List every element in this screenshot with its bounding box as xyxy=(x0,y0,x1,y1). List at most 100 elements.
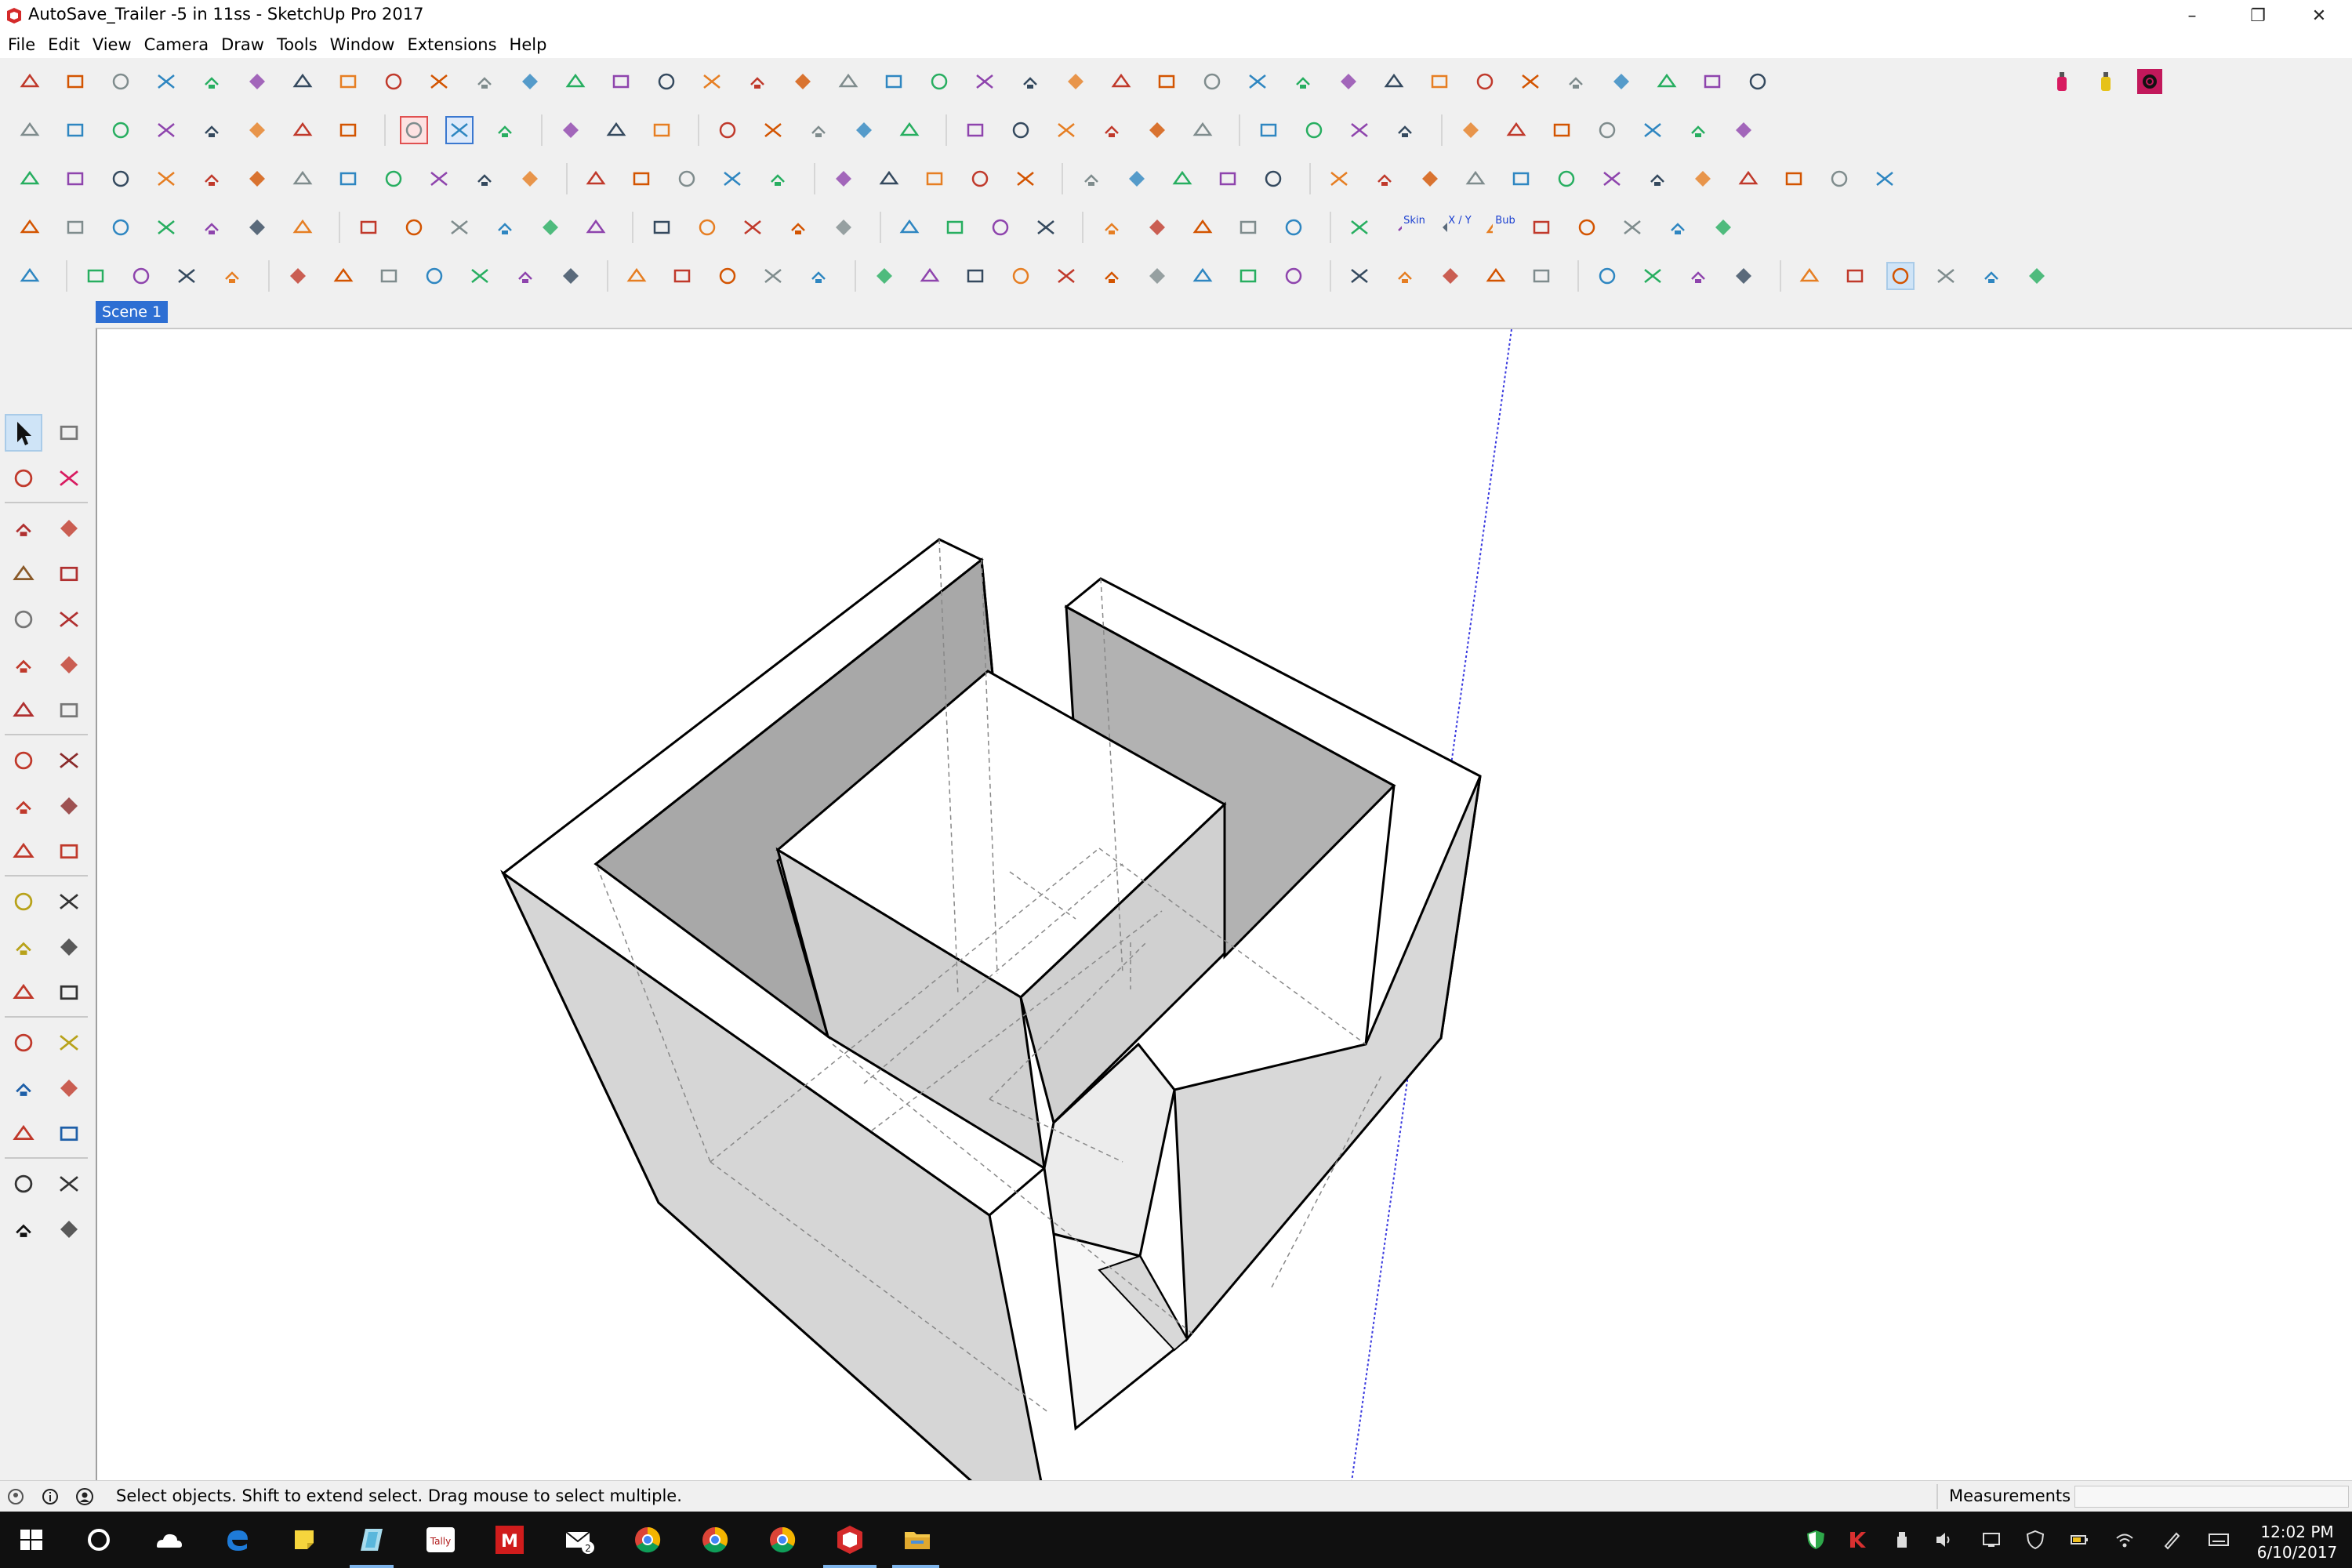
tbrow2-tool-29-icon[interactable] xyxy=(1392,118,1417,143)
tbrow2-tool-35-icon[interactable] xyxy=(1686,118,1711,143)
tbrow5-tool-4-icon[interactable] xyxy=(174,263,199,289)
tbrow4-tool-26-icon[interactable] xyxy=(1236,215,1261,240)
walk-tool-icon[interactable] xyxy=(6,1212,41,1247)
restore-button[interactable]: ❐ xyxy=(2225,0,2291,31)
tbrow4-tool-6-icon[interactable] xyxy=(245,215,270,240)
tbrow5-tool-9-icon[interactable] xyxy=(422,263,447,289)
tbrow1-tool-1-icon[interactable] xyxy=(17,69,42,94)
cortana-icon[interactable] xyxy=(82,1523,116,1557)
tbrow5-tool-3-icon[interactable] xyxy=(129,263,154,289)
file-explorer-icon[interactable] xyxy=(900,1523,935,1557)
protractor-tool-icon[interactable] xyxy=(6,930,41,964)
tbrow3-tool-40-icon[interactable] xyxy=(1872,166,1897,191)
text-button-2[interactable]: X / Y xyxy=(1447,215,1472,240)
paint-bucket-tool-icon[interactable] xyxy=(6,461,41,495)
tbrow1-tool-2-icon[interactable] xyxy=(63,69,88,94)
usb-tray-icon[interactable] xyxy=(1891,1529,1913,1551)
network-tray-icon[interactable] xyxy=(1980,1529,2002,1551)
tbrow1-tool-17-icon[interactable] xyxy=(745,69,770,94)
tbrow3-tool-25-icon[interactable] xyxy=(1170,166,1195,191)
measurements-input[interactable] xyxy=(2074,1486,2349,1508)
rotated-rectangle-tool-icon[interactable] xyxy=(52,557,86,591)
pen-tray-icon[interactable] xyxy=(2161,1529,2183,1551)
tbrow2-tool-4-icon[interactable] xyxy=(154,118,179,143)
onedrive-icon[interactable] xyxy=(151,1523,185,1557)
glass-app-icon[interactable] xyxy=(354,1523,389,1557)
rectangle-tool-icon[interactable] xyxy=(6,557,41,591)
tbrow3-tool-16-icon[interactable] xyxy=(720,166,745,191)
tbrow4-tool-20-icon[interactable] xyxy=(942,215,967,240)
pie-tool-icon[interactable] xyxy=(52,693,86,728)
minimize-button[interactable]: – xyxy=(2159,0,2225,31)
scene-tab[interactable]: Scene 1 xyxy=(96,301,169,323)
geo-location-icon[interactable] xyxy=(6,1487,25,1506)
clock-date[interactable]: 6/10/2017 xyxy=(2253,1543,2341,1562)
tbrow1-tool-22-icon[interactable] xyxy=(972,69,997,94)
tbrow1-tool-34-icon[interactable] xyxy=(1518,69,1543,94)
tbrow1-tool-16-icon[interactable] xyxy=(699,69,724,94)
look-around-tool-icon[interactable] xyxy=(52,1167,86,1201)
tbrow5-tool-13-icon[interactable] xyxy=(624,263,649,289)
tbrow2-tool-5-icon[interactable] xyxy=(199,118,224,143)
tbrow4-tool-21-icon[interactable] xyxy=(988,215,1013,240)
tbrow1-tool-28-icon[interactable] xyxy=(1245,69,1270,94)
tbrow4-tool-2-icon[interactable] xyxy=(63,215,88,240)
menu-file[interactable]: File xyxy=(8,35,35,54)
tbrow3-tool-36-icon[interactable] xyxy=(1690,166,1715,191)
tbrow1-tool-6-icon[interactable] xyxy=(245,69,270,94)
tbrow5-tool-2-icon[interactable] xyxy=(83,263,108,289)
tbrow5-tool-35-icon[interactable] xyxy=(1686,263,1711,289)
chrome-icon-3[interactable] xyxy=(765,1523,800,1557)
tbrow5-tool-34-icon[interactable] xyxy=(1640,263,1665,289)
tbrow2-tool-14-icon[interactable] xyxy=(649,118,674,143)
m-app-icon[interactable]: M xyxy=(492,1523,527,1557)
menu-view[interactable]: View xyxy=(93,35,132,54)
eraser-tool-icon[interactable] xyxy=(52,461,86,495)
tbrow1-tool-10-icon[interactable] xyxy=(426,69,452,94)
3d-text-tool-icon[interactable] xyxy=(52,975,86,1010)
tbrow5-tool-17-icon[interactable] xyxy=(806,263,831,289)
tbrow2-tool-24-icon[interactable] xyxy=(1145,118,1170,143)
component-tool-icon[interactable] xyxy=(52,416,86,450)
zoom-window-tool-icon[interactable] xyxy=(52,1071,86,1105)
tbrow5-tool-33-icon[interactable] xyxy=(1595,263,1620,289)
chrome-icon[interactable] xyxy=(630,1523,665,1557)
tbrow2-tool-26-icon[interactable] xyxy=(1256,118,1281,143)
tbrow3-tool-26-icon[interactable] xyxy=(1215,166,1240,191)
tbrow1-tool-12-icon[interactable] xyxy=(517,69,543,94)
tbrow3-tool-8-icon[interactable] xyxy=(336,166,361,191)
tbrow3-tool-15-icon[interactable] xyxy=(674,166,699,191)
menu-draw[interactable]: Draw xyxy=(221,35,264,54)
tbrow2-tool-17-icon[interactable] xyxy=(806,118,831,143)
tbrow2-tool-31-icon[interactable] xyxy=(1504,118,1529,143)
scale-tool-icon[interactable] xyxy=(6,834,41,869)
tbrow2-tool-30-icon[interactable] xyxy=(1458,118,1483,143)
tbrow5-tool-1-icon[interactable] xyxy=(17,263,42,289)
tbrow3-tool-7-icon[interactable] xyxy=(290,166,315,191)
2-point-arc-tool-icon[interactable] xyxy=(52,648,86,682)
tbrow2-tool-16-icon[interactable] xyxy=(760,118,786,143)
tbrow3-tool-3-icon[interactable] xyxy=(108,166,133,191)
tbrow4-tool-14-icon[interactable] xyxy=(649,215,674,240)
tbrow1-tool-5-icon[interactable] xyxy=(199,69,224,94)
tbrow5-tool-39-icon[interactable] xyxy=(1886,262,1915,290)
tbrow3-tool-28-icon[interactable] xyxy=(1327,166,1352,191)
offset-tool-icon[interactable] xyxy=(52,834,86,869)
menu-camera[interactable]: Camera xyxy=(144,35,209,54)
tbrow2-tool-18-icon[interactable] xyxy=(851,118,877,143)
tbrow3-tool-27-icon[interactable] xyxy=(1261,166,1286,191)
tbrow2-tool-22-icon[interactable] xyxy=(1054,118,1079,143)
3-point-arc-tool-icon[interactable] xyxy=(6,693,41,728)
tbrow4-tool-28-icon[interactable] xyxy=(1347,215,1372,240)
clock-time[interactable]: 12:02 PM xyxy=(2258,1523,2336,1541)
tbrow1-tool-27-icon[interactable] xyxy=(1200,69,1225,94)
tbrow5-tool-18-icon[interactable] xyxy=(872,263,897,289)
tbrow3-tool-5-icon[interactable] xyxy=(199,166,224,191)
tbrow3-tool-12-icon[interactable] xyxy=(517,166,543,191)
tbrow4-tool-33-icon[interactable] xyxy=(1574,215,1599,240)
tbrow1-tool-3-icon[interactable] xyxy=(108,69,133,94)
tbrow4-tool-19-icon[interactable] xyxy=(897,215,922,240)
tbrow3-tool-33-icon[interactable] xyxy=(1554,166,1579,191)
tbrow3-tool-2-icon[interactable] xyxy=(63,166,88,191)
credits-info-icon[interactable] xyxy=(41,1487,60,1506)
